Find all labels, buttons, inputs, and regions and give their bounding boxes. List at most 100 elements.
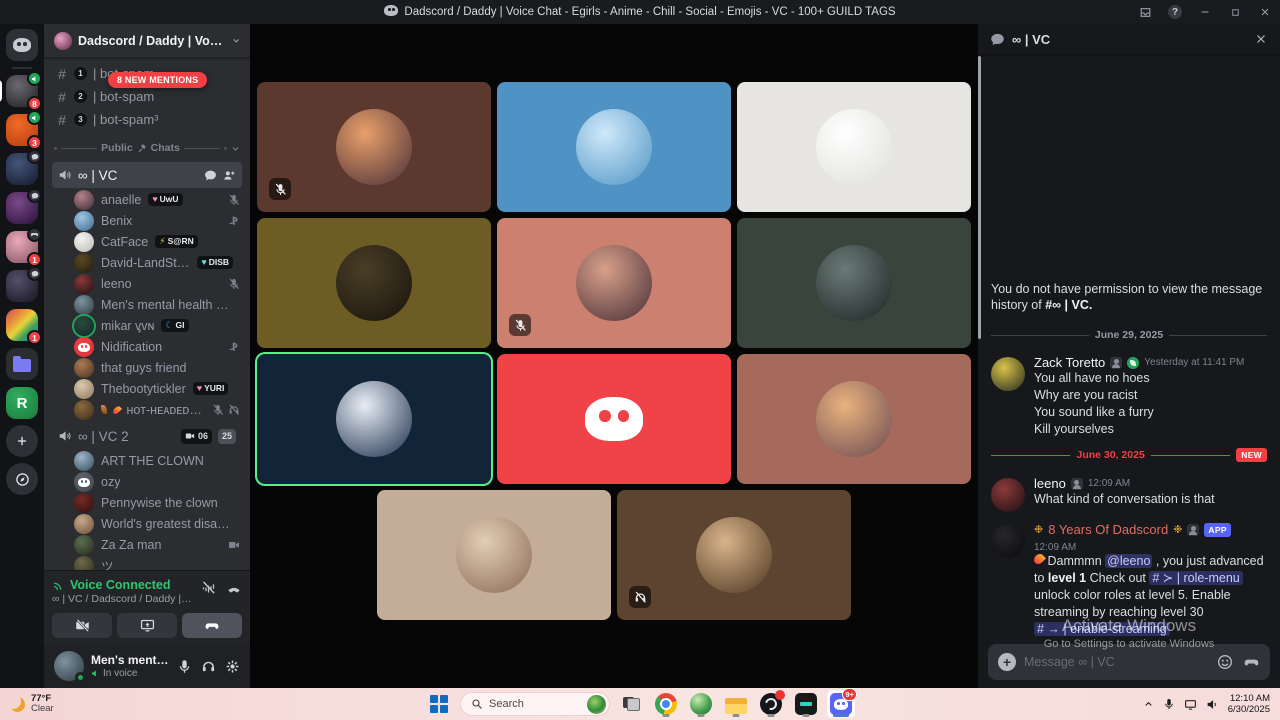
mic-button[interactable] xyxy=(177,659,192,674)
task-view-button[interactable] xyxy=(617,690,645,718)
voice-member-row[interactable]: David-LandStar-Op 1♥DISB xyxy=(44,252,250,273)
open-chat-icon[interactable] xyxy=(204,169,217,182)
video-tile[interactable] xyxy=(257,354,491,484)
video-tile[interactable] xyxy=(497,354,731,484)
user-avatar[interactable] xyxy=(54,651,84,681)
voice-member-row[interactable]: Benix xyxy=(44,210,250,231)
weather-widget[interactable]: 77°F Clear xyxy=(0,694,54,714)
voice-member-row[interactable]: Men's mental health month xyxy=(44,294,250,315)
voice-member-row[interactable]: Nidification xyxy=(44,336,250,357)
server-header[interactable]: Dadscord / Daddy | Voice Chat... xyxy=(44,24,250,58)
video-tile[interactable] xyxy=(377,490,611,620)
message-avatar[interactable] xyxy=(991,357,1025,391)
maximize-button[interactable] xyxy=(1220,0,1250,24)
voice-member-row[interactable]: World's greatest disaster xyxy=(44,513,250,534)
activities-gift-button[interactable] xyxy=(1243,654,1260,671)
server-icon[interactable]: 1 xyxy=(6,231,38,263)
mention-pill[interactable]: @leeno xyxy=(1105,554,1152,568)
voice-channel-vc2[interactable]: ∞ | VC 2 06 25 xyxy=(52,423,242,449)
video-tile[interactable] xyxy=(257,82,491,212)
channel-list[interactable]: 8 NEW MENTIONS # 1 | bot-spam # 2 | bot-… xyxy=(44,58,250,570)
video-tile[interactable] xyxy=(497,82,731,212)
close-button[interactable] xyxy=(1250,0,1280,24)
voice-member-row[interactable]: ART THE CLOWN xyxy=(44,450,250,471)
voice-member-row[interactable]: ツ xyxy=(44,555,250,570)
voice-member-row[interactable]: leeno xyxy=(44,273,250,294)
voice-member-row[interactable]: Pennywise the clown xyxy=(44,492,250,513)
video-tile[interactable] xyxy=(737,82,971,212)
tray-network-icon[interactable] xyxy=(1184,698,1197,711)
channel-link[interactable]: # → | enable-streaming xyxy=(1034,622,1170,636)
close-chat-button[interactable] xyxy=(1254,32,1268,46)
voice-channel-path[interactable]: ∞ | VC / Dadscord / Daddy | Voice Chat •… xyxy=(52,593,192,605)
channel-row[interactable]: # 3 | bot-spam³ xyxy=(52,108,242,131)
message-row[interactable]: ❉8 Years Of Dadscord❉APP12:09 AM Dammmn … xyxy=(991,522,1267,638)
settings-button[interactable] xyxy=(225,659,240,674)
home-button[interactable] xyxy=(6,29,38,61)
noise-suppression-button[interactable] xyxy=(201,580,216,596)
channel-link[interactable]: # ≻ | role-menu xyxy=(1149,571,1242,585)
inbox-icon[interactable] xyxy=(1130,0,1160,24)
voice-member-row[interactable]: ʜᴏᴛ-ʜᴇᴀᴅᴇᴅ ʜᴇᴅɢᴇ... xyxy=(44,399,250,420)
emoji-button[interactable] xyxy=(1217,654,1233,671)
headphones-button[interactable] xyxy=(201,659,216,674)
minimize-button[interactable] xyxy=(1190,0,1220,24)
tray-mic-icon[interactable] xyxy=(1163,698,1175,710)
video-tile[interactable] xyxy=(257,218,491,348)
message-row[interactable]: leeno12:09 AMWhat kind of conversation i… xyxy=(991,476,1267,512)
server-icon[interactable]: 8 xyxy=(6,75,38,107)
voice-member-row[interactable]: that guys friend xyxy=(44,357,250,378)
chrome-icon[interactable] xyxy=(652,690,680,718)
author-name[interactable]: leeno xyxy=(1034,476,1066,491)
voice-status[interactable]: Voice Connected xyxy=(52,578,192,592)
chat-scrollbar[interactable] xyxy=(978,56,981,339)
server-icon[interactable]: R xyxy=(6,387,38,419)
file-explorer-icon[interactable] xyxy=(722,690,750,718)
start-button[interactable] xyxy=(425,690,453,718)
tray-volume-icon[interactable] xyxy=(1206,698,1219,711)
author-name[interactable]: Zack Toretto xyxy=(1034,355,1105,370)
disconnect-button[interactable] xyxy=(226,580,242,596)
video-tile[interactable] xyxy=(617,490,851,620)
tray-chevron-icon[interactable] xyxy=(1143,699,1154,710)
voice-member-row[interactable]: ozy xyxy=(44,471,250,492)
clock[interactable]: 12:10 AM 6/30/2025 xyxy=(1228,693,1270,715)
explore-button[interactable] xyxy=(6,463,38,495)
category-row[interactable]: Public Chats xyxy=(54,135,240,161)
message-row[interactable]: Zack TorettoYesterday at 11:41 PMYou all… xyxy=(991,355,1267,438)
discord-taskbar-icon[interactable]: 9+ xyxy=(827,690,855,718)
voice-member-row[interactable]: anaelle♥UwU xyxy=(44,189,250,210)
message-input[interactable]: + Message ∞ | VC xyxy=(988,644,1270,680)
screenshare-button[interactable] xyxy=(117,613,177,638)
author-name[interactable]: 8 Years Of Dadscord xyxy=(1048,522,1168,537)
voice-member-row[interactable]: Thebootytickler♥YURI xyxy=(44,378,250,399)
green-app-icon[interactable] xyxy=(687,690,715,718)
voice-member-row[interactable]: mikar ᶌᴠɴ☾GI xyxy=(44,315,250,336)
new-mentions-badge[interactable]: 8 NEW MENTIONS xyxy=(108,72,207,88)
video-tile[interactable] xyxy=(737,354,971,484)
video-tile[interactable] xyxy=(497,218,731,348)
video-tile[interactable] xyxy=(737,218,971,348)
obs-icon[interactable] xyxy=(757,690,785,718)
server-icon[interactable] xyxy=(6,348,38,380)
camera-button[interactable] xyxy=(52,613,112,638)
channel-row[interactable]: # 2 | bot-spam xyxy=(52,85,242,108)
voice-member-row[interactable]: CatFace⚡S@RN xyxy=(44,231,250,252)
voice-member-row[interactable]: Za Za man xyxy=(44,534,250,555)
add-server-button[interactable] xyxy=(6,425,38,457)
message-avatar[interactable] xyxy=(991,524,1025,558)
attach-button[interactable]: + xyxy=(998,653,1016,671)
activities-button[interactable] xyxy=(182,613,242,638)
message-avatar[interactable] xyxy=(991,478,1025,512)
server-icon[interactable] xyxy=(6,192,38,224)
help-button[interactable]: ? xyxy=(1160,0,1190,24)
server-icon[interactable] xyxy=(6,153,38,185)
server-icon[interactable] xyxy=(6,270,38,302)
server-icon[interactable]: 1 xyxy=(6,309,38,341)
search-box[interactable]: Search xyxy=(460,692,610,716)
invite-members-icon[interactable] xyxy=(223,169,236,182)
dark-app-icon[interactable] xyxy=(792,690,820,718)
message-list[interactable]: You do not have permission to view the m… xyxy=(978,54,1280,638)
server-icon[interactable]: 3 xyxy=(6,114,38,146)
voice-channel-vc[interactable]: ∞ | VC xyxy=(52,162,242,188)
